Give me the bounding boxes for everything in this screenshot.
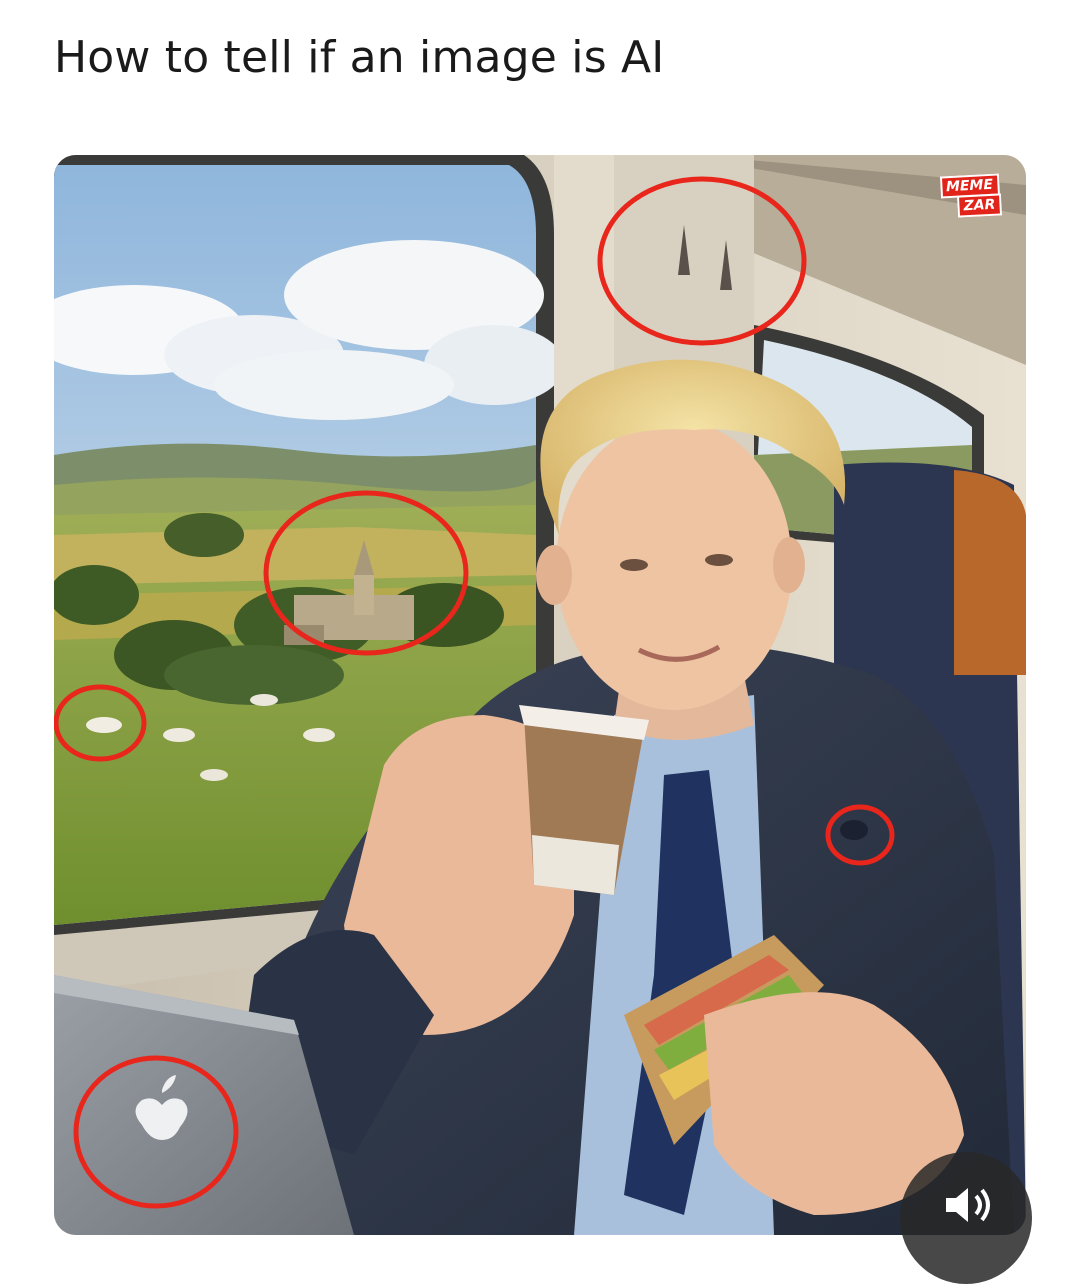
mute-toggle-button[interactable]	[900, 1152, 1032, 1284]
train-scene-illustration	[54, 155, 1026, 1235]
speaker-muted-icon	[946, 1188, 990, 1222]
watermark-line2: ZAR	[957, 193, 1002, 218]
post-title: How to tell if an image is AI	[54, 32, 665, 83]
memezar-watermark: MEME ZAR	[933, 173, 1007, 219]
meme-photo: MEME ZAR	[54, 155, 1026, 1235]
